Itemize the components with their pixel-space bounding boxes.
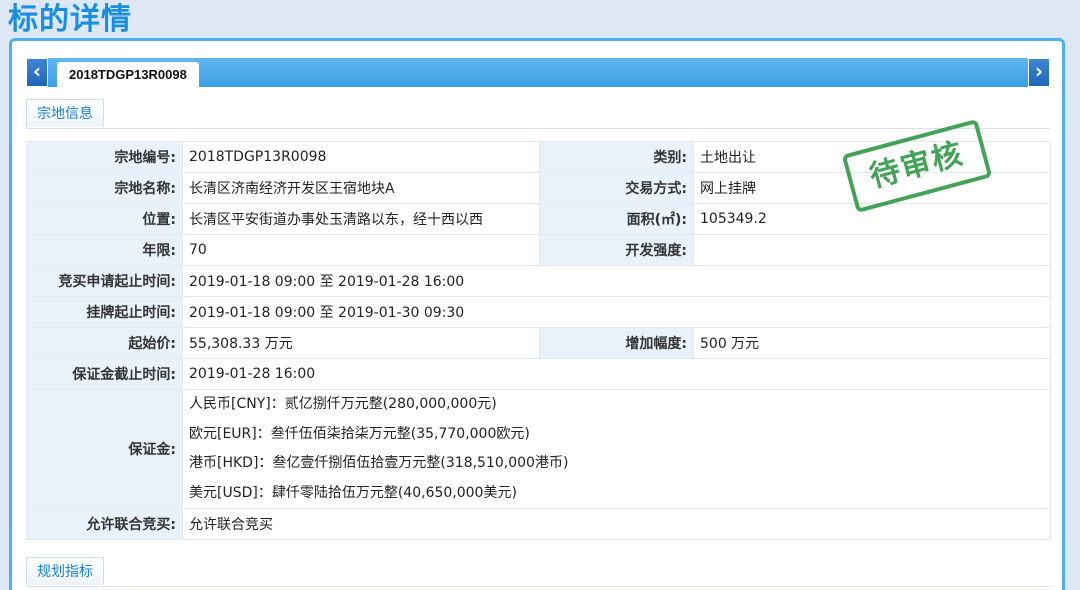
intensity-value — [693, 234, 1051, 266]
intensity-label: 开发强度: — [539, 234, 694, 266]
apply-period-label: 竞买申请起止时间: — [26, 265, 183, 297]
listing-period-label: 挂牌起止时间: — [26, 296, 183, 328]
table-row: 挂牌起止时间: 2019-01-18 09:00 至 2019-01-30 09… — [26, 296, 1051, 328]
deposit-cny: 人民币[CNY]：贰亿捌仟万元整(280,000,000元) — [189, 396, 497, 412]
location-value: 长清区平安街道办事处玉清路以东，经十西以西 — [182, 203, 540, 235]
tab-bar: ‹ 2018TDGP13R0098 › — [26, 58, 1050, 87]
category-label: 类别: — [539, 141, 694, 173]
chevron-left-icon: ‹ — [32, 59, 42, 83]
parcel-name-label: 宗地名称: — [26, 172, 183, 204]
deposit-value: 人民币[CNY]：贰亿捌仟万元整(280,000,000元) 欧元[EUR]：叁… — [182, 389, 1051, 509]
section-land-header: 宗地信息 — [26, 99, 1050, 129]
tab-next-button[interactable]: › — [1028, 58, 1050, 87]
table-row: 保证金截止时间: 2019-01-28 16:00 — [26, 358, 1051, 390]
apply-period-value: 2019-01-18 09:00 至 2019-01-28 16:00 — [182, 265, 1051, 297]
deposit-eur: 欧元[EUR]：叁仟伍佰柒拾柒万元整(35,770,000欧元) — [189, 425, 530, 442]
term-label: 年限: — [26, 234, 183, 266]
table-row: 竞买申请起止时间: 2019-01-18 09:00 至 2019-01-28 … — [26, 265, 1051, 297]
table-row: 位置: 长清区平安街道办事处玉清路以东，经十西以西 面积(㎡): 105349.… — [26, 203, 1051, 235]
joint-bid-value: 允许联合竞买 — [182, 508, 1051, 540]
table-row: 允许联合竞买: 允许联合竞买 — [26, 508, 1051, 540]
listing-period-value: 2019-01-18 09:00 至 2019-01-30 09:30 — [182, 296, 1051, 328]
page-title: 标的详情 — [8, 2, 132, 37]
start-price-label: 起始价: — [26, 327, 183, 359]
deposit-deadline-value: 2019-01-28 16:00 — [182, 358, 1051, 390]
deposit-usd: 美元[USD]：肆仟零陆拾伍万元整(40,650,000美元) — [189, 484, 517, 501]
tab-parcel[interactable]: 2018TDGP13R0098 — [57, 62, 199, 87]
trade-mode-label: 交易方式: — [539, 172, 694, 204]
detail-panel: ‹ 2018TDGP13R0098 › 宗地信息 宗地编号: 2018TDGP1… — [9, 38, 1065, 590]
location-label: 位置: — [26, 203, 183, 235]
start-price-value: 55,308.33 万元 — [182, 327, 540, 359]
deposit-deadline-label: 保证金截止时间: — [26, 358, 183, 390]
table-row: 起始价: 55,308.33 万元 增加幅度: 500 万元 — [26, 327, 1051, 359]
section-plan-header: 规划指标 — [26, 557, 1050, 587]
chevron-right-icon: › — [1034, 59, 1044, 83]
deposit-hkd: 港币[HKD]：叁亿壹仟捌佰伍拾壹万元整(318,510,000港币) — [189, 455, 569, 471]
deposit-label: 保证金: — [26, 389, 183, 509]
parcel-no-value: 2018TDGP13R0098 — [182, 141, 540, 173]
term-value: 70 — [182, 234, 540, 266]
table-row: 年限: 70 开发强度: — [26, 234, 1051, 266]
table-row: 保证金: 人民币[CNY]：贰亿捌仟万元整(280,000,000元) 欧元[E… — [26, 389, 1051, 509]
area-label: 面积(㎡): — [539, 203, 694, 235]
increment-label: 增加幅度: — [539, 327, 694, 359]
parcel-name-value: 长清区济南经济开发区王宿地块A — [182, 172, 540, 204]
section-plan-tab[interactable]: 规划指标 — [26, 557, 104, 585]
parcel-no-label: 宗地编号: — [26, 141, 183, 173]
section-land-tab[interactable]: 宗地信息 — [26, 99, 104, 127]
tab-prev-button[interactable]: ‹ — [26, 58, 48, 87]
increment-value: 500 万元 — [693, 327, 1051, 359]
joint-bid-label: 允许联合竞买: — [26, 508, 183, 540]
